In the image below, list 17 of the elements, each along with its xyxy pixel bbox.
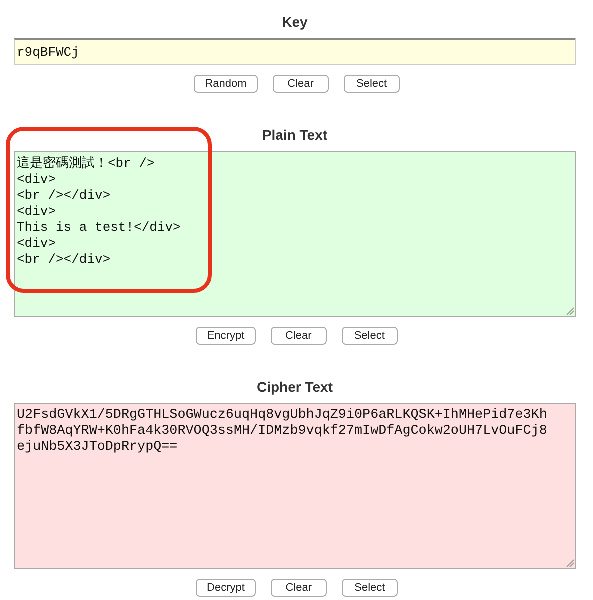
action-button[interactable]: Clear	[270, 579, 327, 597]
action-button[interactable]: Encrypt	[196, 327, 256, 345]
action-button[interactable]: Select	[342, 579, 398, 597]
section-title: Key	[281, 14, 309, 30]
resize-grip-icon[interactable]	[566, 307, 574, 315]
action-button[interactable]: Clear	[272, 75, 329, 93]
section-title: Plain Text	[261, 127, 329, 143]
key-field[interactable]: r9qBFWCj	[14, 38, 576, 65]
cipher-text-area[interactable]: U2FsdGVkX1/5DRgGTHLSoGWucz6uqHq8vgUbhJqZ9i0P6aRLKQSK+IhMHePid7e3Kh fbfW8AqYRW+K0hFa4k30RVOQ3ssMH/IDMzb9vqkf27mIwDfAgCokw2oUH7LvOuFCj8 ejuNb5X3JToDpRrypQ==	[14, 403, 576, 569]
action-button[interactable]: Select	[342, 327, 398, 345]
section-title: Cipher Text	[256, 379, 334, 395]
action-button[interactable]: Select	[344, 75, 400, 93]
action-button[interactable]: Clear	[270, 327, 327, 345]
action-button[interactable]: Decrypt	[196, 579, 256, 597]
action-button[interactable]: Random	[194, 75, 258, 93]
resize-grip-icon[interactable]	[566, 559, 574, 567]
plain-text-area[interactable]: 這是密碼測試！<br /> <div> <br /></div> <div> This is a test!</div> <div> <br /></div>	[14, 151, 576, 317]
